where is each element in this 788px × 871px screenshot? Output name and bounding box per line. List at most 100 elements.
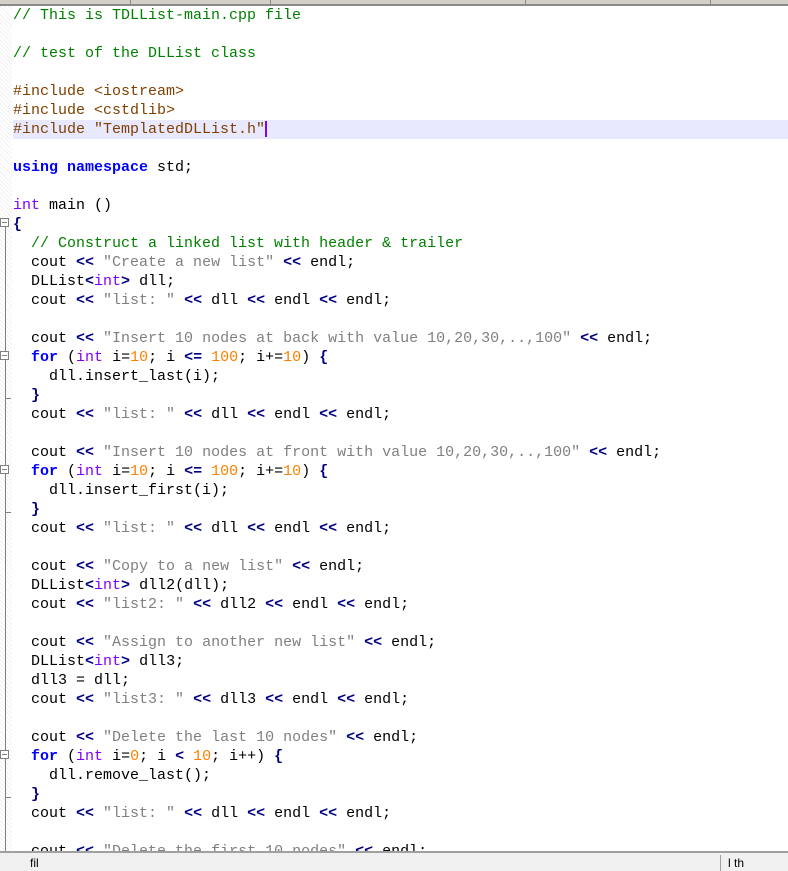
code-text: endl; xyxy=(598,330,653,347)
number-literal: 100 xyxy=(211,349,239,366)
code-line[interactable]: cout << "Assign to another new list" << … xyxy=(13,633,788,652)
code-text: DLList xyxy=(13,577,86,594)
code-line-current[interactable]: #include "TemplatedDLList.h" xyxy=(13,120,788,139)
code-line[interactable] xyxy=(13,823,788,842)
code-text: ; i++) xyxy=(211,748,275,765)
code-line[interactable] xyxy=(13,310,788,329)
fold-collapse-icon[interactable] xyxy=(0,351,9,360)
code-line[interactable]: int main () xyxy=(13,196,788,215)
code-line[interactable]: } xyxy=(13,500,788,519)
comment: // test of the DLList class xyxy=(13,45,257,62)
code-line[interactable]: { xyxy=(13,215,788,234)
operator: << xyxy=(184,292,203,309)
operator: << xyxy=(247,805,266,822)
code-line[interactable] xyxy=(13,538,788,557)
code-line[interactable]: cout << "Insert 10 nodes at front with v… xyxy=(13,443,788,462)
code-text: cout xyxy=(13,444,77,461)
code-line[interactable]: } xyxy=(13,785,788,804)
code-line[interactable] xyxy=(13,177,788,196)
number-literal: 10 xyxy=(130,463,149,480)
code-line[interactable]: cout << "list: " << dll << endl << endl; xyxy=(13,519,788,538)
string-literal: "Delete the last 10 nodes" xyxy=(103,729,338,746)
operator: << xyxy=(76,691,95,708)
code-line[interactable]: DLList<int> dll; xyxy=(13,272,788,291)
code-line[interactable]: } xyxy=(13,386,788,405)
code-text: main () xyxy=(40,197,113,214)
operator: << xyxy=(76,406,95,423)
operator: << xyxy=(76,558,95,575)
code-line[interactable]: #include <iostream> xyxy=(13,82,788,101)
code-text: ( xyxy=(58,748,77,765)
operator: <= xyxy=(184,463,203,480)
fold-collapse-icon[interactable] xyxy=(0,465,9,474)
code-line[interactable]: using namespace std; xyxy=(13,158,788,177)
code-line[interactable]: // test of the DLList class xyxy=(13,44,788,63)
code-line[interactable]: // Construct a linked list with header &… xyxy=(13,234,788,253)
code-line[interactable]: for (int i=10; i <= 100; i+=10) { xyxy=(13,462,788,481)
operator: << xyxy=(76,805,95,822)
code-line[interactable]: dll3 = dll; xyxy=(13,671,788,690)
code-line[interactable] xyxy=(13,139,788,158)
code-line[interactable] xyxy=(13,63,788,82)
code-line[interactable]: DLList<int> dll2(dll); xyxy=(13,576,788,595)
code-text: endl xyxy=(265,406,320,423)
code-line[interactable] xyxy=(13,709,788,728)
code-line[interactable]: cout << "list: " << dll << endl << endl; xyxy=(13,291,788,310)
code-line[interactable]: DLList<int> dll3; xyxy=(13,652,788,671)
fold-collapse-icon[interactable] xyxy=(0,750,9,759)
code-text: i= xyxy=(103,748,131,765)
code-line[interactable]: cout << "Insert 10 nodes at back with va… xyxy=(13,329,788,348)
code-line[interactable]: for (int i=0; i < 10; i++) { xyxy=(13,747,788,766)
number-literal: 10 xyxy=(130,349,149,366)
string-literal: "Copy to a new list" xyxy=(103,558,284,575)
operator: << xyxy=(76,330,95,347)
string-literal: "Insert 10 nodes at front with value 10,… xyxy=(103,444,581,461)
code-text: cout xyxy=(13,520,77,537)
code-line[interactable]: dll.insert_first(i); xyxy=(13,481,788,500)
code-editor[interactable]: // This is TDLList-main.cpp file // test … xyxy=(13,6,788,851)
code-line[interactable]: for (int i=10; i <= 100; i+=10) { xyxy=(13,348,788,367)
string-literal: "Assign to another new list" xyxy=(103,634,356,651)
code-line[interactable] xyxy=(13,25,788,44)
code-text: cout xyxy=(13,691,77,708)
code-line[interactable]: cout << "list: " << dll << endl << endl; xyxy=(13,804,788,823)
code-line[interactable]: cout << "list2: " << dll2 << endl << end… xyxy=(13,595,788,614)
code-line[interactable]: cout << "Delete the first 10 nodes" << e… xyxy=(13,842,788,851)
code-line[interactable]: cout << "Delete the last 10 nodes" << en… xyxy=(13,728,788,747)
operator: << xyxy=(193,691,212,708)
operator: < xyxy=(175,748,185,765)
operator: << xyxy=(76,596,95,613)
code-text: endl; xyxy=(337,292,392,309)
code-line[interactable]: cout << "list: " << dll << endl << endl; xyxy=(13,405,788,424)
code-line[interactable] xyxy=(13,424,788,443)
operator: < xyxy=(85,273,95,290)
fold-collapse-icon[interactable] xyxy=(0,218,9,227)
code-line[interactable]: dll.remove_last(); xyxy=(13,766,788,785)
operator: << xyxy=(184,520,203,537)
operator: << xyxy=(76,843,94,851)
code-line[interactable]: #include <cstdlib> xyxy=(13,101,788,120)
code-line[interactable] xyxy=(13,614,788,633)
code-line[interactable]: cout << "list3: " << dll3 << endl << end… xyxy=(13,690,788,709)
code-text: cout xyxy=(13,843,76,851)
code-text: dll3 xyxy=(211,691,266,708)
code-line[interactable]: cout << "Create a new list" << endl; xyxy=(13,253,788,272)
code-line[interactable]: cout << "Copy to a new list" << endl; xyxy=(13,557,788,576)
operator: << xyxy=(364,634,383,651)
number-literal: 10 xyxy=(193,748,212,765)
code-text: cout xyxy=(13,729,77,746)
code-line[interactable]: dll.insert_last(i); xyxy=(13,367,788,386)
operator: << xyxy=(184,805,203,822)
text-cursor xyxy=(265,121,268,138)
code-line[interactable]: // This is TDLList-main.cpp file xyxy=(13,6,788,25)
